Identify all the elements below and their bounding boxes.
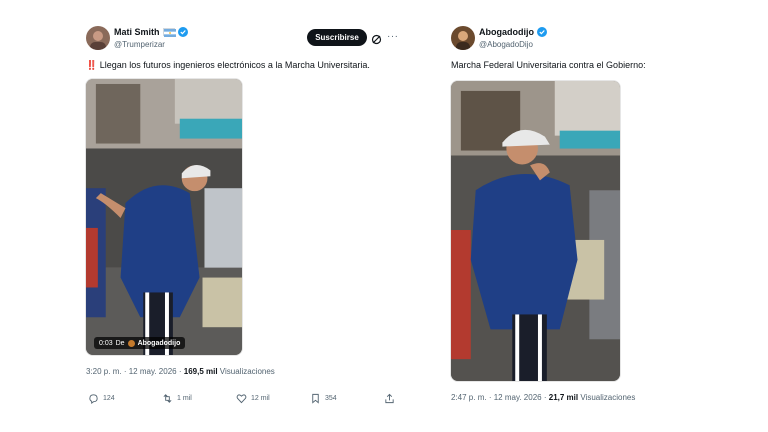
tweet-video[interactable]: [450, 80, 621, 382]
repost-button[interactable]: 1 mil: [162, 393, 192, 404]
meta-separator: ·: [488, 393, 492, 402]
views-count: 169,5 mil: [183, 367, 218, 376]
tweet-date[interactable]: 12 may. 2026: [494, 393, 542, 402]
avatar[interactable]: [86, 26, 110, 50]
verified-badge-icon: [537, 27, 547, 37]
share-icon: [385, 393, 394, 404]
grok-icon[interactable]: [371, 32, 382, 45]
repost-count: 1 mil: [177, 395, 192, 402]
verified-badge-icon: [177, 27, 188, 37]
handle[interactable]: @AbogadoDijo: [479, 40, 533, 49]
reply-button[interactable]: 124: [88, 393, 115, 404]
avatar-photo-icon: [86, 26, 110, 50]
more-options-icon[interactable]: ···: [387, 31, 399, 42]
meta-separator: ·: [178, 367, 182, 376]
tweet-meta: 3:20 p. m. · 12 may. 2026 · 169,5 mil Vi…: [86, 367, 275, 376]
like-count: 12 mil: [251, 395, 270, 402]
video-duration: 0:03: [99, 339, 113, 347]
video-frame: [451, 81, 620, 381]
bookmark-button[interactable]: 354: [310, 393, 337, 404]
tweet-meta: 2:47 p. m. · 12 may. 2026 · 21,7 mil Vis…: [451, 393, 635, 402]
handle[interactable]: @Trumperizar: [114, 40, 165, 49]
reply-icon: [89, 394, 98, 404]
heart-icon: [236, 394, 247, 404]
like-button[interactable]: 12 mil: [236, 393, 270, 404]
views-label: Visualizaciones: [580, 393, 636, 402]
subscribe-button[interactable]: Suscribirse: [307, 29, 367, 46]
video-from-label: De: [115, 339, 125, 347]
argentina-flag-icon: [162, 28, 176, 37]
tweet-time[interactable]: 2:47 p. m.: [451, 393, 487, 402]
tweet-actions: 124 1 mil 12 mil 354: [88, 393, 398, 407]
video-frame: [86, 79, 242, 355]
meta-separator: ·: [543, 393, 547, 402]
video-source-name[interactable]: Abogadodijo: [138, 340, 181, 347]
views-label: Visualizaciones: [219, 367, 275, 376]
avatar[interactable]: [451, 26, 475, 50]
tweet-video[interactable]: 0:03 De Abogadodijo: [85, 78, 243, 356]
video-badge: 0:03 De Abogadodijo: [94, 337, 186, 349]
tweet-text: ‼️ Llegan los futuros ingenieros electró…: [86, 60, 370, 71]
display-name[interactable]: Abogadodijo: [479, 27, 534, 37]
tweet-time[interactable]: 3:20 p. m.: [86, 367, 122, 376]
share-button[interactable]: [384, 393, 395, 404]
tweet-text: Marcha Federal Universitaria contra el G…: [451, 60, 646, 70]
repost-icon: [163, 394, 172, 403]
display-name[interactable]: Mati Smith: [114, 27, 160, 37]
avatar-photo-icon: [451, 26, 475, 50]
tweet-date[interactable]: 12 may. 2026: [129, 367, 177, 376]
bookmark-icon: [312, 393, 319, 404]
views-count: 21,7 mil: [548, 393, 579, 402]
source-avatar-icon: [127, 339, 135, 347]
reply-count: 124: [103, 395, 115, 402]
tweet-text-body: Llegan los futuros ingenieros electrónic…: [99, 60, 370, 70]
meta-separator: ·: [123, 367, 127, 376]
double-exclamation-icon: ‼️: [86, 60, 98, 70]
bookmark-count: 354: [325, 395, 337, 402]
